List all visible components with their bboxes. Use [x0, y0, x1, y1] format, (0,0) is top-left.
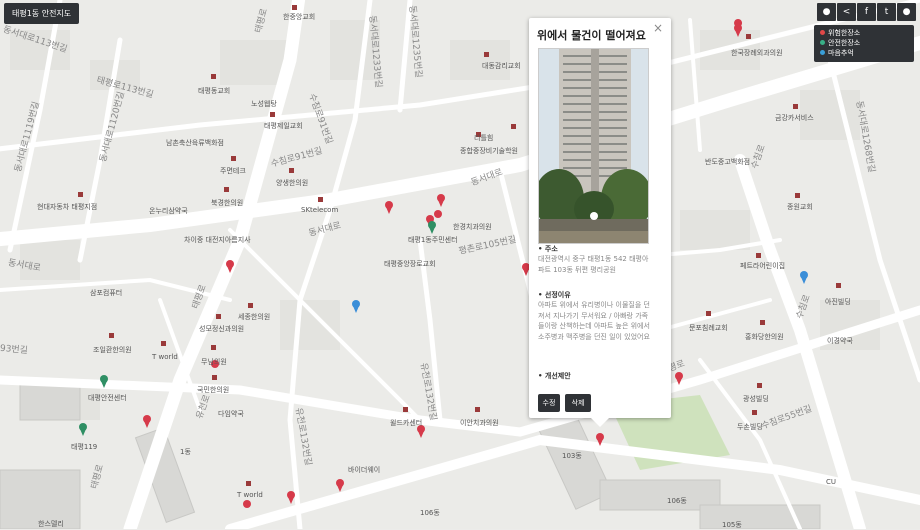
- place-label: 차이중 대전지아름지사: [184, 236, 251, 244]
- place-label: 태평중앙장로교회: [384, 260, 436, 268]
- place-label: 세종한의원: [238, 313, 271, 321]
- place-label: 태평동교회: [198, 87, 231, 95]
- place-label: 103동: [562, 452, 582, 460]
- legend-item-danger[interactable]: 위험한장소: [820, 28, 914, 38]
- edit-button[interactable]: 수정: [538, 394, 560, 412]
- place-label: 종합중장비기술학원: [460, 147, 518, 155]
- place-label: 주면테크: [220, 167, 246, 175]
- twitter-icon[interactable]: t: [877, 3, 896, 21]
- info-popup: 위에서 물건이 떨어져요 × • 주소 대전광역시 중구 태평1동 542 태평…: [529, 18, 671, 427]
- legend-item-safe[interactable]: 안전한장소: [820, 38, 914, 48]
- place-label: 리틀힘: [474, 134, 494, 142]
- reason-label: • 선정이유: [538, 291, 571, 299]
- place-label: 남촌축산육류백화점: [166, 139, 224, 147]
- place-label: 온누리삼약국: [149, 207, 188, 215]
- map-canvas[interactable]: 동서대로113번길 태평로113번길 동서대로1119번길 동서대로1120번길…: [0, 0, 920, 529]
- place-label: 다임약국: [218, 410, 244, 418]
- place-label: 한중앙교회: [283, 13, 316, 21]
- place-label: 국민한의원: [197, 386, 230, 394]
- place-label: 106동: [420, 509, 440, 517]
- place-label: 한스델리: [38, 520, 64, 528]
- reason-text: 아파트 위에서 유리병이나 이물질을 던져서 지나가기 무서워요 / 아빠랑 가…: [538, 301, 650, 341]
- place-label: 대동감리교회: [482, 62, 521, 70]
- map-title-button[interactable]: 태평1동 안전지도: [4, 3, 80, 24]
- place-label: 조일환한의원: [93, 346, 132, 354]
- popup-title: 위에서 물건이 떨어져요: [537, 29, 646, 42]
- red-dot-icon: [820, 30, 825, 35]
- improve-label: • 개선제안: [538, 372, 571, 380]
- location-photo[interactable]: [538, 48, 649, 244]
- share-icon[interactable]: <: [837, 3, 856, 21]
- place-label: 페트라어린이집: [740, 262, 786, 270]
- place-label: 두손빌딩: [737, 423, 763, 431]
- place-label: 대평안전센터: [88, 394, 127, 402]
- close-icon[interactable]: ×: [653, 21, 663, 35]
- place-label: 반도중고백화점: [705, 158, 751, 166]
- address-text: 대전광역시 중구 태평1동 542 태평아파트 103동 뒤편 평리공원: [538, 255, 649, 274]
- place-label: 이경약국: [827, 337, 853, 345]
- place-label: 문포침례교회: [689, 324, 728, 332]
- blue-dot-icon: [820, 50, 825, 55]
- place-label: 홍화당한의원: [745, 333, 784, 341]
- road-label: 93번길: [0, 343, 29, 357]
- place-label: 한경치과의원: [453, 223, 492, 231]
- place-label: 이안치과의원: [460, 419, 499, 427]
- green-dot-icon: [820, 40, 825, 45]
- place-label: T world: [237, 491, 263, 499]
- place-label: T world: [152, 353, 178, 361]
- place-label: 북경한의원: [211, 199, 244, 207]
- place-label: 106동: [667, 497, 687, 505]
- facebook-icon[interactable]: f: [857, 3, 876, 21]
- place-label: 삼포컴퓨터: [90, 289, 123, 297]
- place-label: 양생한의원: [276, 179, 309, 187]
- place-label: 태평119: [71, 443, 98, 451]
- user-icon[interactable]: ●: [817, 3, 836, 21]
- place-label: 한국장례외과의원: [731, 49, 783, 57]
- address-label: • 주소: [538, 245, 558, 253]
- legend-item-memory[interactable]: 마음추억: [820, 48, 914, 58]
- place-label: 노성웹탕: [251, 100, 277, 108]
- delete-button[interactable]: 삭제: [565, 394, 591, 412]
- place-label: 무님의원: [201, 358, 227, 366]
- apartment-photo: [539, 49, 648, 243]
- place-label: 아진빌딩: [825, 298, 851, 306]
- place-label: 광성빌딩: [743, 395, 769, 403]
- place-label: 태평1동주민센터: [408, 236, 458, 244]
- place-label: 현대자동차 태평지점: [37, 203, 98, 211]
- place-label: 태평제일교회: [264, 122, 303, 130]
- toolbar: ● < f t ●: [816, 3, 916, 21]
- place-label: CU: [826, 478, 837, 486]
- place-label: 바이더웨이: [348, 466, 381, 474]
- place-label: 성모정신과의원: [199, 325, 245, 333]
- place-label: 윌드카센터: [390, 419, 423, 427]
- place-label: 금강카서비스: [775, 114, 814, 122]
- location-pin-icon[interactable]: ●: [897, 3, 916, 21]
- place-label: SKtelecom: [301, 206, 339, 214]
- place-label: 1동: [180, 448, 191, 456]
- legend: 위험한장소 안전한장소 마음추억: [814, 25, 914, 62]
- place-label: 종원교회: [787, 203, 813, 211]
